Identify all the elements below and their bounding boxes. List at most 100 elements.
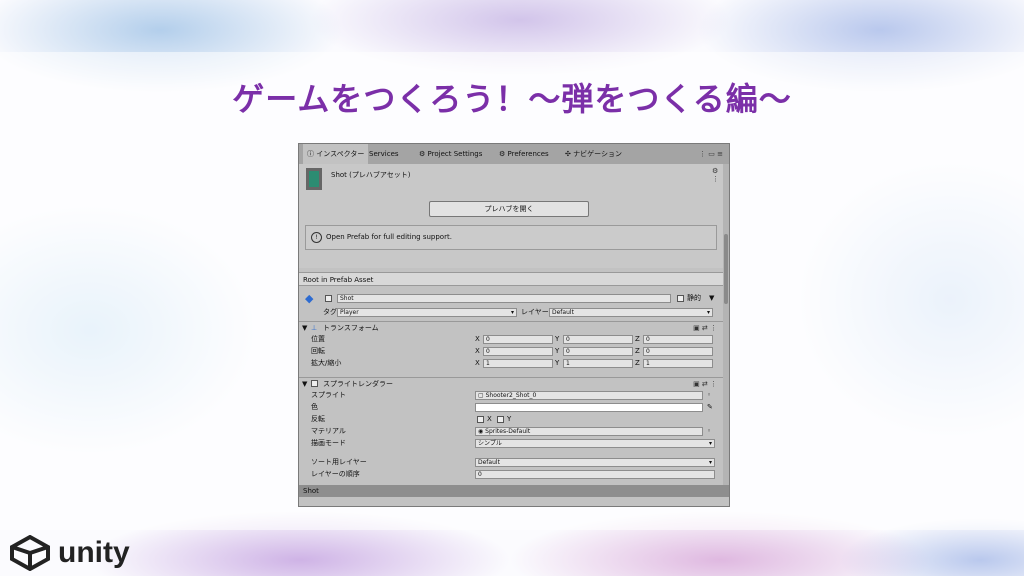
z-value-input[interactable]: 1 [643, 359, 713, 368]
y-value-input[interactable]: 1 [563, 359, 633, 368]
sprite-label: スプライト [311, 391, 346, 399]
layer-label: レイヤー [521, 308, 549, 316]
tab-label: Project Settings [427, 150, 483, 158]
order-input[interactable]: 0 [475, 470, 715, 479]
flip-y-checkbox[interactable] [497, 416, 504, 423]
tab-project-settings[interactable]: ⚙ Project Settings [415, 144, 486, 164]
y-axis-label: Y [555, 347, 560, 355]
flip-row: 反転 X Y [299, 414, 723, 425]
draw-mode-dropdown[interactable]: シンプル ▾ [475, 439, 715, 448]
sort-layer-label: ソート用レイヤー [311, 458, 367, 466]
slide-title: ゲームをつくろう！～弾をつくる編～ [232, 80, 792, 118]
tab-inspector[interactable]: ⓘ インスペクター [303, 144, 369, 164]
y-axis-label: Y [555, 359, 560, 367]
info-box: ! Open Prefab for full editing support. [305, 225, 717, 250]
scrollbar[interactable] [723, 164, 729, 486]
x-axis-label: X [475, 347, 480, 355]
color-field[interactable] [475, 403, 703, 412]
x-axis-label: X [475, 359, 480, 367]
material-label: マテリアル [311, 427, 346, 435]
chevron-down-icon: ▾ [510, 309, 514, 316]
z-axis-label: Z [635, 335, 640, 343]
color-row: 色 ✎ [299, 402, 723, 413]
expand-triangle-icon[interactable]: ▼ [302, 322, 307, 334]
order-row: レイヤーの順序 0 [299, 469, 723, 480]
layer-dropdown[interactable]: Default ▾ [549, 308, 713, 317]
root-label: Root in Prefab Asset [299, 272, 723, 286]
component-menu-icon[interactable]: ▣ ⇄ ⋮ [693, 322, 717, 334]
sprite-field[interactable]: ▢ Shooter2_Shot_0 [475, 391, 703, 400]
material-row: マテリアル ◉ Sprites-Default ◦ [299, 426, 723, 437]
unity-logo: unity [8, 534, 130, 572]
transform-row: 回転 X 0 Y 0 Z 0 [299, 346, 723, 357]
draw-mode-value: シンプル [478, 440, 502, 447]
material-field[interactable]: ◉ Sprites-Default [475, 427, 703, 436]
chevron-down-icon: ▾ [708, 459, 712, 466]
sort-layer-row: ソート用レイヤー Default ▾ [299, 457, 723, 468]
layer-value: Default [552, 309, 574, 316]
transform-header[interactable]: ▼ ⊥ トランスフォーム ▣ ⇄ ⋮ [299, 321, 723, 334]
window-menu-icon[interactable]: ⋮ ▭ ≡ [699, 144, 723, 164]
x-value-input[interactable]: 1 [483, 359, 553, 368]
sprite-value: Shooter2_Shot_0 [485, 392, 537, 399]
object-picker-icon[interactable]: ◦ [707, 426, 711, 437]
transform-label: 回転 [311, 347, 325, 355]
z-axis-label: Z [635, 359, 640, 367]
scroll-thumb[interactable] [724, 234, 728, 304]
active-checkbox[interactable] [325, 295, 332, 302]
z-value-input[interactable]: 0 [643, 335, 713, 344]
static-label: 静的 [687, 294, 701, 302]
flip-x-checkbox[interactable] [477, 416, 484, 423]
y-value-input[interactable]: 0 [563, 335, 633, 344]
cube-icon: ◆ [305, 292, 314, 305]
flip-x-label: X [487, 415, 492, 423]
flip-label: 反転 [311, 415, 325, 423]
object-picker-icon[interactable]: ◦ [707, 390, 711, 401]
logo-text: unity [58, 536, 130, 569]
enabled-checkbox[interactable] [311, 380, 318, 387]
y-value-input[interactable]: 0 [563, 347, 633, 356]
z-value-input[interactable]: 0 [643, 347, 713, 356]
info-text: Open Prefab for full editing support. [326, 233, 452, 241]
info-icon: ! [311, 232, 322, 243]
transform-label: 位置 [311, 335, 325, 343]
eyedropper-icon[interactable]: ✎ [707, 402, 713, 413]
tag-value: Player [340, 309, 359, 316]
tab-label: インスペクター [316, 150, 365, 158]
prefab-icon [306, 168, 322, 190]
order-label: レイヤーの順序 [311, 470, 360, 478]
y-axis-label: Y [555, 335, 560, 343]
tab-services[interactable]: Services [365, 144, 403, 164]
object-name-input[interactable]: Shot [337, 294, 671, 303]
open-prefab-button[interactable]: プレハブを開く [429, 201, 589, 217]
tab-bar: ⓘ インスペクター Services ⚙ Project Settings ⚙ … [299, 144, 729, 165]
tag-label: タグ [323, 308, 337, 316]
asset-title: Shot (プレハブアセット) [331, 171, 411, 179]
sprite-row: スプライト ▢ Shooter2_Shot_0 ◦ [299, 390, 723, 401]
static-checkbox[interactable] [677, 295, 684, 302]
tab-label: ナビゲーション [573, 150, 622, 158]
settings-icon[interactable]: ⚙ ⋮ [712, 167, 719, 183]
asset-header: Shot (プレハブアセット) ⚙ ⋮ プレハブを開く ! Open Prefab… [299, 164, 723, 268]
tab-preferences[interactable]: ⚙ Preferences [495, 144, 553, 164]
z-axis-label: Z [635, 347, 640, 355]
x-value-input[interactable]: 0 [483, 335, 553, 344]
static-dropdown-icon[interactable]: ▼ [709, 293, 714, 304]
chevron-down-icon: ▾ [708, 440, 712, 447]
color-label: 色 [311, 403, 318, 411]
unity-cube-icon [10, 535, 50, 571]
sprite-renderer-header[interactable]: ▼ スプライトレンダラー ▣ ⇄ ⋮ [299, 377, 723, 390]
transform-title: トランスフォーム [323, 324, 379, 332]
sprite-renderer-title: スプライトレンダラー [323, 380, 393, 388]
status-bar-bottom [299, 497, 729, 506]
chevron-down-icon: ▾ [706, 309, 710, 316]
x-value-input[interactable]: 0 [483, 347, 553, 356]
material-value: Sprites-Default [485, 428, 531, 435]
expand-triangle-icon[interactable]: ▼ [302, 378, 307, 390]
sort-layer-dropdown[interactable]: Default ▾ [475, 458, 715, 467]
transform-icon: ⊥ [311, 324, 318, 332]
component-menu-icon[interactable]: ▣ ⇄ ⋮ [693, 378, 717, 390]
transform-row: 拡大/縮小 X 1 Y 1 Z 1 [299, 358, 723, 369]
tab-navigation[interactable]: ✣ ナビゲーション [561, 144, 626, 164]
tag-dropdown[interactable]: Player ▾ [337, 308, 517, 317]
